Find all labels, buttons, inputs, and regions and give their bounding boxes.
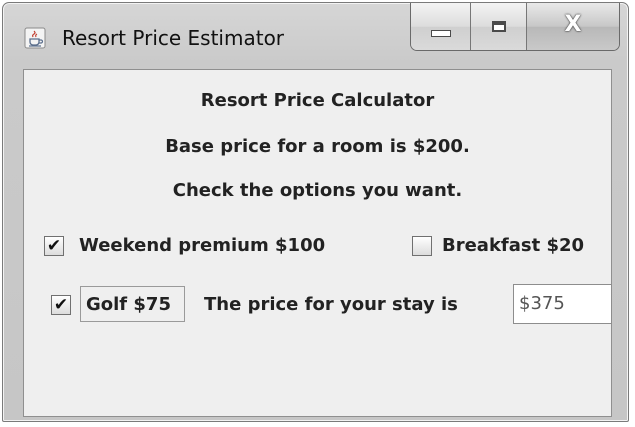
app-window: Resort Price Estimator X Resort Price Ca… [2, 2, 629, 422]
window-controls: X [410, 3, 620, 51]
weekend-premium-checkbox[interactable]: ✔ [44, 236, 64, 256]
close-icon: X [564, 12, 582, 37]
breakfast-checkbox[interactable] [412, 236, 432, 256]
window-title: Resort Price Estimator [62, 26, 285, 50]
java-cup-icon [24, 27, 46, 49]
golf-checkbox[interactable]: ✔ [51, 295, 71, 315]
golf-label[interactable]: Golf $75 [86, 294, 171, 315]
check-mark-icon: ✔ [46, 235, 62, 256]
minimize-icon [430, 30, 451, 37]
total-price-field[interactable]: $375 [513, 284, 612, 324]
breakfast-label[interactable]: Breakfast $20 [442, 235, 584, 256]
total-price-label: The price for your stay is [204, 294, 458, 315]
title-bar[interactable]: Resort Price Estimator X [3, 3, 628, 69]
weekend-premium-label[interactable]: Weekend premium $100 [79, 235, 325, 256]
minimize-button[interactable] [411, 3, 471, 50]
close-button[interactable]: X [527, 3, 619, 50]
check-mark-icon: ✔ [53, 294, 69, 315]
maximize-icon [491, 21, 506, 32]
content-panel: Resort Price Calculator Base price for a… [23, 69, 612, 417]
heading-label: Resort Price Calculator [200, 90, 435, 111]
instruction-label: Check the options you want. [172, 180, 463, 201]
maximize-button[interactable] [471, 3, 527, 50]
base-price-label: Base price for a room is $200. [165, 136, 470, 157]
